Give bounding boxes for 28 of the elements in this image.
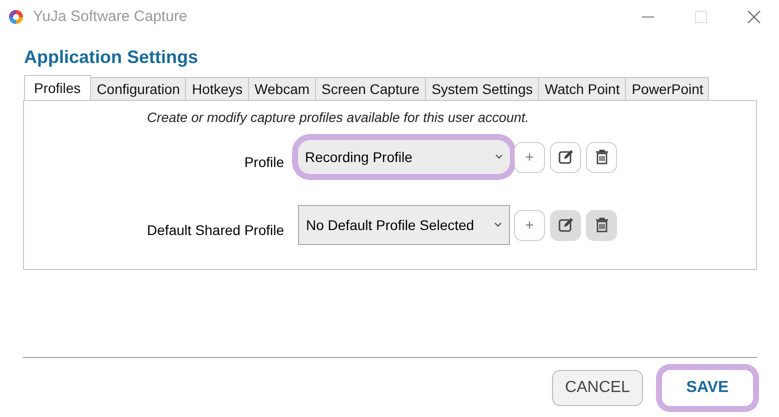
edit-icon (558, 217, 574, 233)
field-label: Default Shared Profile (146, 221, 285, 238)
add-button[interactable]: + (514, 210, 545, 240)
delete-button[interactable] (586, 142, 617, 172)
chevron-icon (495, 154, 503, 160)
settings-tab[interactable]: PowerPoint (624, 77, 710, 100)
add-button[interactable]: + (514, 142, 545, 172)
settings-tab[interactable]: Hotkeys (184, 77, 249, 100)
trash-icon (594, 217, 608, 233)
settings-tab[interactable]: System Settings (424, 77, 539, 100)
field-label: Profile (243, 153, 285, 170)
trash-icon (594, 149, 608, 165)
chevron-icon (494, 222, 502, 228)
settings-tab[interactable]: Webcam (248, 77, 316, 100)
edit-button[interactable] (550, 142, 581, 172)
window-title: YuJa Software Capture (33, 8, 188, 25)
profile-dropdown[interactable]: Recording Profile (298, 140, 510, 174)
close-icon[interactable] (747, 10, 761, 24)
settings-tab[interactable]: Profiles (24, 75, 91, 100)
cancel-button[interactable]: CANCEL (552, 370, 643, 406)
settings-tab[interactable]: Configuration (90, 77, 186, 100)
description-text: Create or modify capture profiles available for this user account. (147, 110, 530, 125)
settings-tab[interactable]: Screen Capture (314, 77, 426, 100)
settings-heading: Application Settings (24, 47, 200, 68)
app-logo-icon (7, 8, 25, 26)
profile-dropdown[interactable]: No Default Profile Selected (298, 205, 510, 245)
edit-icon (558, 149, 574, 165)
settings-tab[interactable]: Watch Point (538, 77, 626, 100)
